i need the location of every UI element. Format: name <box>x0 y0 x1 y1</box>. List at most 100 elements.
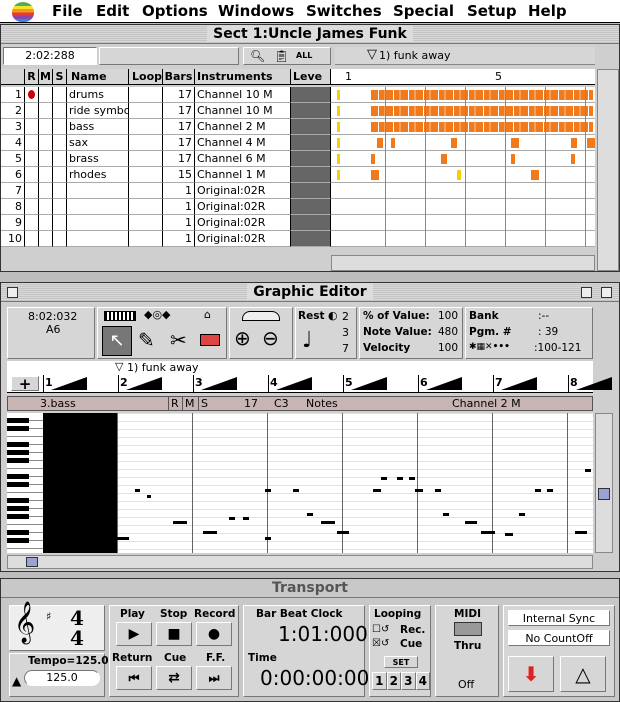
midi-note[interactable] <box>243 517 249 520</box>
arrow-tool-icon[interactable]: ↖ <box>102 326 132 356</box>
track-bars[interactable]: 17 <box>163 103 195 119</box>
track-name[interactable] <box>67 215 129 231</box>
midi-note[interactable] <box>265 489 271 492</box>
menu-options[interactable]: Options <box>142 2 208 20</box>
track-rec[interactable] <box>25 183 39 199</box>
track-level[interactable] <box>291 231 331 247</box>
track-name[interactable]: ride symbol <box>67 103 129 119</box>
transport-titlebar[interactable]: Transport <box>1 579 619 598</box>
track-loop[interactable] <box>129 151 163 167</box>
track-bars[interactable]: 17 <box>163 87 195 103</box>
zoom-in-icon[interactable]: ⊕ <box>234 326 251 350</box>
track-loop[interactable] <box>129 215 163 231</box>
set-slot-2[interactable]: 2 <box>386 672 401 690</box>
track-solo[interactable] <box>53 215 67 231</box>
track-loop[interactable] <box>129 135 163 151</box>
metronome-wheel-icon[interactable]: ◆◎◆ <box>144 308 171 321</box>
track-instrument[interactable]: Channel 2 M <box>195 119 291 135</box>
record-button[interactable]: ● <box>196 622 232 646</box>
region-block[interactable] <box>337 154 340 164</box>
region-block[interactable] <box>587 138 595 148</box>
midi-note[interactable] <box>293 489 299 492</box>
tracks-ruler[interactable]: 1 5 <box>331 69 595 85</box>
track-row[interactable]: 7 1 Original:02R <box>1 183 331 199</box>
track-name[interactable]: rhodes <box>67 167 129 183</box>
track-row[interactable]: 4 sax 17 Channel 4 M <box>1 135 331 151</box>
track-row[interactable]: 6 rhodes 15 Channel 1 M <box>1 167 331 183</box>
track-lane[interactable] <box>331 87 595 103</box>
region-block[interactable] <box>531 170 539 180</box>
bar-number[interactable]: 7 <box>495 376 503 389</box>
track-level[interactable] <box>291 199 331 215</box>
track-name[interactable]: sax <box>67 135 129 151</box>
region-block[interactable] <box>337 90 340 100</box>
piano-black-key[interactable] <box>7 442 29 447</box>
piano-roll[interactable] <box>7 413 593 553</box>
track-lane[interactable] <box>331 183 595 199</box>
bar-number[interactable]: 2 <box>120 376 128 389</box>
tracks-marker-label[interactable]: 1) funk away <box>379 49 450 62</box>
rest-label[interactable]: Rest <box>298 310 324 322</box>
track-bars[interactable]: 1 <box>163 215 195 231</box>
velocity-value[interactable]: 100 <box>438 342 458 354</box>
editor-bar-ruler[interactable]: + 1 2 3 4 5 6 7 8 <box>7 375 612 393</box>
track-bars[interactable]: 1 <box>163 183 195 199</box>
track-level[interactable] <box>291 151 331 167</box>
midi-note[interactable] <box>117 537 129 540</box>
track-solo[interactable] <box>53 103 67 119</box>
midi-note[interactable] <box>547 489 553 492</box>
scissors-tool-icon[interactable]: ✂ <box>170 328 187 352</box>
pgm-value[interactable]: : 39 <box>538 326 558 338</box>
track-num[interactable]: 9 <box>1 215 25 231</box>
home-icon[interactable]: ⌂ <box>204 308 211 321</box>
track-instrument[interactable]: Channel 4 M <box>195 135 291 151</box>
piano-black-key[interactable] <box>7 418 29 423</box>
piano-black-key[interactable] <box>7 426 29 431</box>
menu-switches[interactable]: Switches <box>306 2 382 20</box>
region-block[interactable] <box>377 138 383 148</box>
stop-button[interactable]: ■ <box>156 622 192 646</box>
midi-note[interactable] <box>307 513 313 516</box>
midi-note[interactable] <box>135 489 140 492</box>
track-bars[interactable]: 1 <box>163 199 195 215</box>
meter-icon[interactable] <box>242 311 280 321</box>
track-row[interactable]: 9 1 Original:02R <box>1 215 331 231</box>
editor-vertical-scrollbar[interactable] <box>595 413 613 553</box>
track-loop[interactable] <box>129 167 163 183</box>
bar-number[interactable]: 5 <box>345 376 353 389</box>
track-loop[interactable] <box>129 103 163 119</box>
tracks-window-titlebar[interactable]: Sect 1:Uncle James Funk <box>1 25 619 44</box>
bar-number[interactable]: 6 <box>420 376 428 389</box>
midi-note[interactable] <box>229 517 235 520</box>
track-solo[interactable] <box>53 87 67 103</box>
bar-number[interactable]: 8 <box>570 376 578 389</box>
track-name[interactable] <box>67 231 129 247</box>
editor-time[interactable]: 8:02:032 <box>28 310 77 323</box>
track-mute[interactable] <box>39 119 53 135</box>
region-block[interactable] <box>441 154 447 164</box>
bar-number[interactable]: 3 <box>195 376 203 389</box>
region-block[interactable] <box>511 138 519 148</box>
track-lane[interactable] <box>331 151 595 167</box>
track-lane[interactable] <box>331 135 595 151</box>
clipboard-icon[interactable]: 📋︎ <box>274 49 289 63</box>
track-mute[interactable] <box>39 183 53 199</box>
track-row[interactable]: 1 drums 17 Channel 10 M <box>1 87 331 103</box>
midi-note[interactable] <box>147 495 151 498</box>
tuplet-value-3[interactable]: 7 <box>342 342 349 355</box>
editor-marker-label[interactable]: 1) funk away <box>127 361 198 374</box>
graphic-editor-titlebar[interactable]: Graphic Editor <box>1 283 619 302</box>
region-block[interactable] <box>571 138 577 148</box>
region-block[interactable] <box>371 106 593 116</box>
region-block[interactable] <box>511 154 515 164</box>
tracks-horizontal-scrollbar[interactable] <box>331 255 595 271</box>
midi-note[interactable] <box>585 469 591 472</box>
track-level[interactable] <box>291 87 331 103</box>
editor-track-s[interactable]: S <box>198 397 208 410</box>
editor-track-header[interactable]: 3.bass R M S 17 C3 Notes Channel 2 M <box>7 396 593 411</box>
track-solo[interactable] <box>53 167 67 183</box>
pct-value[interactable]: 100 <box>438 310 458 322</box>
track-name[interactable] <box>67 199 129 215</box>
menu-file[interactable]: File <box>52 2 83 20</box>
track-solo[interactable] <box>53 135 67 151</box>
